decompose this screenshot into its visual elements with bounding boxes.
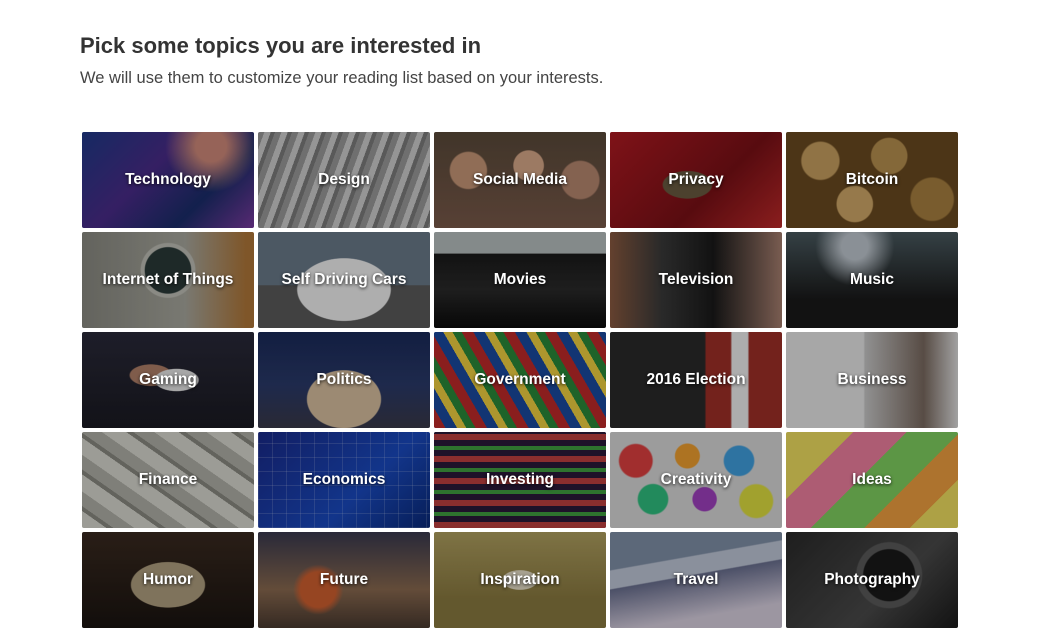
page-title: Pick some topics you are interested in (80, 33, 482, 58)
topic-label: Television (658, 271, 734, 288)
topic-tile-bitcoin[interactable]: Bitcoin (786, 132, 958, 228)
topic-label: Inspiration (480, 571, 560, 588)
topic-label: Politics (316, 371, 372, 388)
topic-tile-government[interactable]: Government (434, 332, 606, 428)
topic-label: Social Media (473, 171, 567, 188)
topic-tile-internet-of-things[interactable]: Internet of Things (82, 232, 254, 328)
topic-tile-humor[interactable]: Humor (82, 532, 254, 628)
topic-tile-investing[interactable]: Investing (434, 432, 606, 528)
topic-tile-inspiration[interactable]: Inspiration (434, 532, 606, 628)
topic-tile-business[interactable]: Business (786, 332, 958, 428)
topic-tile-finance[interactable]: Finance (82, 432, 254, 528)
topic-tile-gaming[interactable]: Gaming (82, 332, 254, 428)
topic-label: Technology (125, 171, 211, 188)
topic-tile-movies[interactable]: Movies (434, 232, 606, 328)
topic-tile-privacy[interactable]: Privacy (610, 132, 782, 228)
topic-tile-self-driving-cars[interactable]: Self Driving Cars (258, 232, 430, 328)
topic-tile-economics[interactable]: Economics (258, 432, 430, 528)
topic-label: Music (850, 271, 894, 288)
topic-tile-ideas[interactable]: Ideas (786, 432, 958, 528)
topic-tile-television[interactable]: Television (610, 232, 782, 328)
topic-label: Finance (138, 471, 198, 488)
page-subtitle: We will use them to customize your readi… (80, 69, 604, 87)
topic-label: Bitcoin (845, 171, 899, 188)
topic-label: Humor (143, 571, 193, 588)
topic-tile-social-media[interactable]: Social Media (434, 132, 606, 228)
topic-label: Business (837, 371, 907, 388)
topic-tile-politics[interactable]: Politics (258, 332, 430, 428)
page-header: Pick some topics you are interested in W… (80, 30, 603, 90)
topic-label: 2016 Election (646, 371, 746, 388)
topic-label: Movies (493, 271, 547, 288)
topic-tile-creativity[interactable]: Creativity (610, 432, 782, 528)
topic-label: Investing (485, 471, 555, 488)
topic-tile-photography[interactable]: Photography (786, 532, 958, 628)
topic-tile-future[interactable]: Future (258, 532, 430, 628)
topic-tile-travel[interactable]: Travel (610, 532, 782, 628)
topic-label: Self Driving Cars (281, 271, 407, 288)
topic-label: Travel (673, 571, 719, 588)
topic-tile-design[interactable]: Design (258, 132, 430, 228)
topics-grid: Technology Design Social Media Privacy B… (82, 132, 958, 628)
topic-label: Economics (302, 471, 386, 488)
topic-label: Design (318, 171, 370, 188)
topic-label: Privacy (668, 171, 724, 188)
topic-label: Government (474, 371, 566, 388)
topic-tile-technology[interactable]: Technology (82, 132, 254, 228)
topic-label: Future (319, 571, 369, 588)
topic-label: Internet of Things (102, 271, 234, 288)
topic-label: Ideas (852, 471, 892, 488)
topic-label: Photography (824, 571, 920, 588)
topic-tile-2016-election[interactable]: 2016 Election (610, 332, 782, 428)
topic-label: Gaming (139, 371, 197, 388)
topic-label: Creativity (660, 471, 732, 488)
topic-tile-music[interactable]: Music (786, 232, 958, 328)
